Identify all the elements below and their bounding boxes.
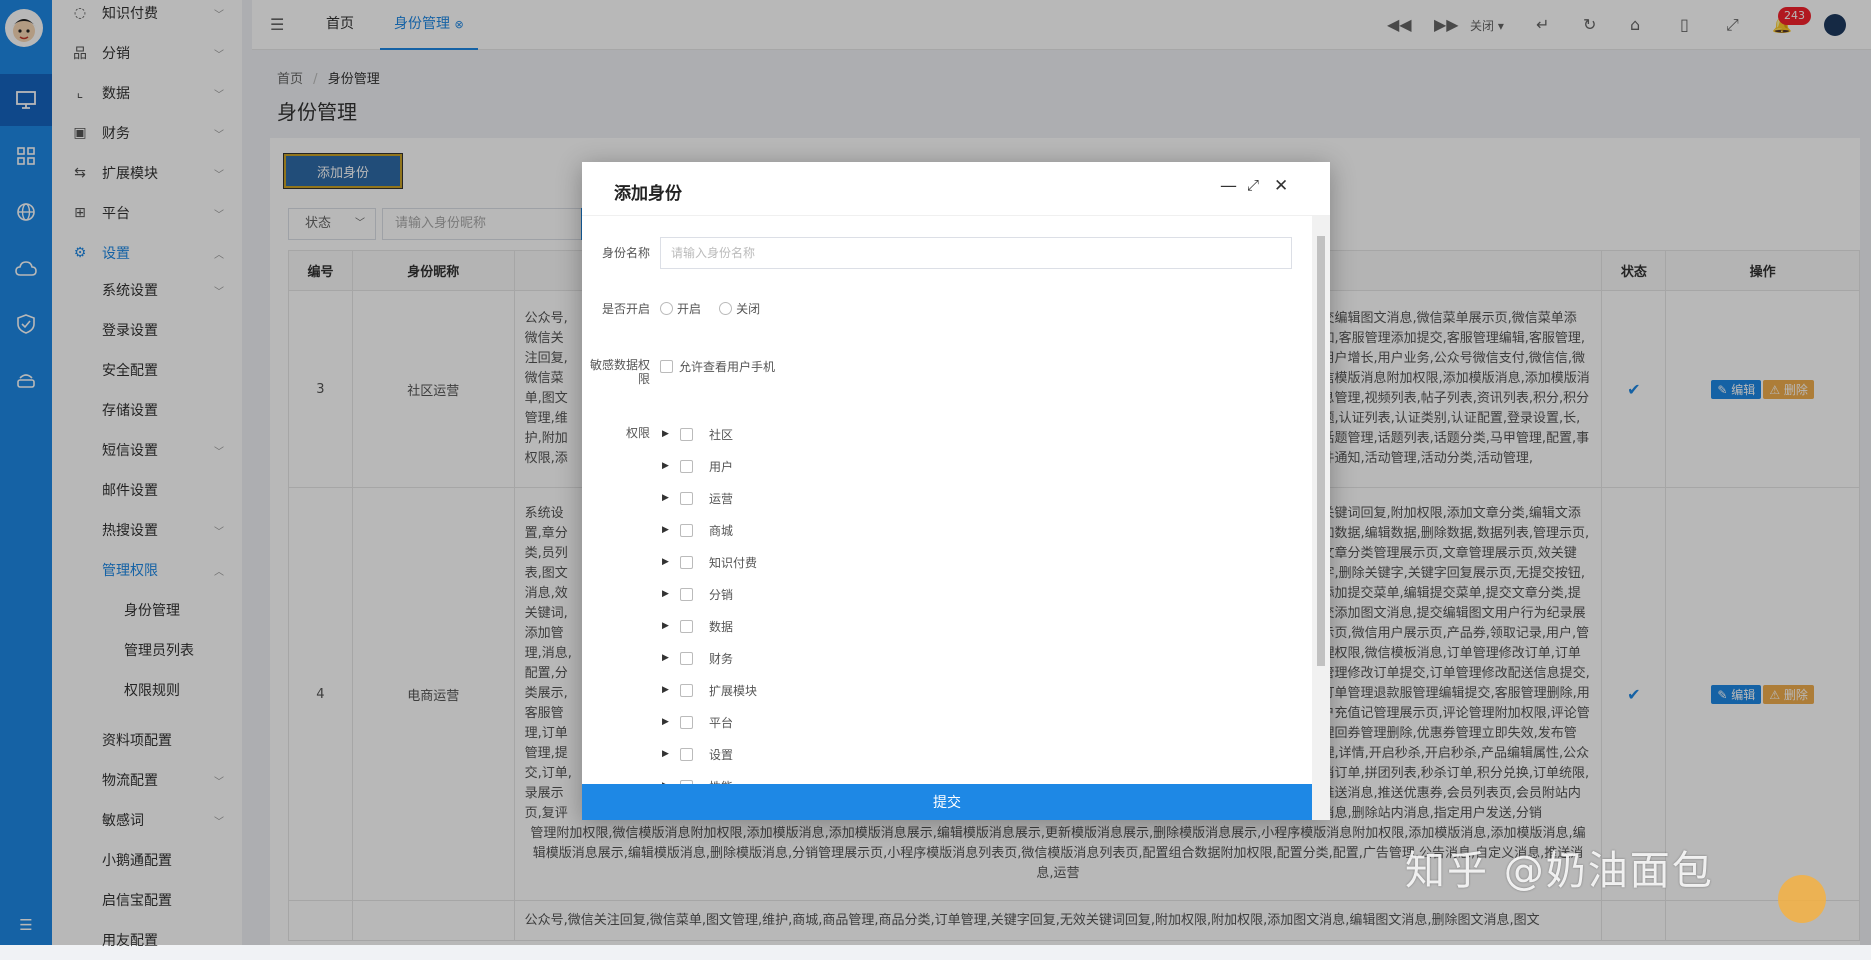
tree-node-label: 分销: [709, 587, 734, 602]
role-name-input[interactable]: 请输入身份名称: [660, 237, 1292, 269]
tree-node-label: 平台: [709, 715, 734, 730]
checkbox[interactable]: [680, 523, 693, 537]
tree-node[interactable]: ▶ 运营: [662, 488, 733, 508]
tree-node[interactable]: ▶ 平台: [662, 712, 733, 732]
submit-button[interactable]: 提交: [582, 784, 1312, 820]
checkbox[interactable]: [680, 491, 693, 505]
tree-node-label: 扩展模块: [709, 683, 758, 698]
field-label: 敏感数据权限: [589, 358, 650, 386]
caret-right-icon[interactable]: ▶: [662, 749, 674, 759]
tree-node-label: 用户: [709, 459, 734, 474]
caret-right-icon[interactable]: ▶: [662, 685, 674, 695]
sensitive-option[interactable]: 允许查看用户手机: [660, 358, 775, 375]
tree-node[interactable]: ▶ 商城: [662, 520, 733, 540]
radio-on[interactable]: [660, 302, 673, 315]
checkbox[interactable]: [680, 651, 693, 665]
checkbox[interactable]: [680, 427, 693, 441]
checkbox[interactable]: [680, 587, 693, 601]
minimize-icon[interactable]: —: [1220, 176, 1237, 196]
maximize-icon[interactable]: ⤢: [1247, 176, 1259, 194]
caret-right-icon[interactable]: ▶: [662, 589, 674, 599]
field-label: 是否开启: [601, 302, 650, 316]
checkbox[interactable]: [660, 360, 673, 373]
dialog-scrollbar[interactable]: [1312, 216, 1330, 820]
add-role-dialog: 添加身份 — ⤢ ✕ 身份名称 请输入身份名称 是否开启 开启 关闭 敏感数据权…: [582, 162, 1330, 820]
tree-node[interactable]: ▶ 分销: [662, 584, 733, 604]
radio-on-label: 开启: [677, 302, 702, 316]
tree-node[interactable]: ▶ 用户: [662, 456, 733, 476]
checkbox[interactable]: [680, 747, 693, 761]
caret-right-icon[interactable]: ▶: [662, 461, 674, 471]
scrollbar-thumb[interactable]: [1317, 236, 1325, 666]
tree-node-label: 社区: [709, 427, 734, 442]
caret-right-icon[interactable]: ▶: [662, 621, 674, 631]
tree-node-label: 数据: [709, 619, 734, 634]
tree-node[interactable]: ▶ 财务: [662, 648, 733, 668]
checkbox[interactable]: [680, 715, 693, 729]
checkbox[interactable]: [680, 459, 693, 473]
enabled-radio-group: 开启 关闭: [660, 300, 760, 317]
watermark-logo: [1778, 875, 1826, 923]
caret-right-icon[interactable]: ▶: [662, 653, 674, 663]
tree-node[interactable]: ▶ 知识付费: [662, 552, 757, 572]
watermark-text: 知乎 @奶油面包: [1405, 848, 1714, 894]
field-label: 身份名称: [601, 246, 650, 260]
tree-node-label: 知识付费: [709, 555, 758, 570]
radio-off-label: 关闭: [736, 302, 761, 316]
dialog-title: 添加身份: [614, 184, 682, 204]
tree-node[interactable]: ▶ 设置: [662, 744, 733, 764]
checkbox-label: 允许查看用户手机: [679, 360, 776, 374]
tree-node-label: 商城: [709, 523, 734, 538]
close-icon[interactable]: ✕: [1274, 176, 1288, 196]
tree-node[interactable]: ▶ 社区: [662, 424, 733, 444]
caret-right-icon[interactable]: ▶: [662, 557, 674, 567]
tree-node[interactable]: ▶ 扩展模块: [662, 680, 757, 700]
tree-node-label: 运营: [709, 491, 734, 506]
field-label-permissions: 权限: [625, 426, 650, 440]
tree-node-label: 财务: [709, 651, 734, 666]
dialog-header: 添加身份 — ⤢ ✕: [582, 162, 1330, 216]
tree-node[interactable]: ▶ 数据: [662, 616, 733, 636]
caret-right-icon[interactable]: ▶: [662, 493, 674, 503]
radio-off[interactable]: [719, 302, 733, 315]
tree-node-label: 设置: [709, 747, 734, 762]
caret-right-icon[interactable]: ▶: [662, 429, 674, 439]
checkbox[interactable]: [680, 683, 693, 697]
checkbox[interactable]: [680, 619, 693, 633]
caret-right-icon[interactable]: ▶: [662, 717, 674, 727]
checkbox[interactable]: [680, 555, 693, 569]
caret-right-icon[interactable]: ▶: [662, 525, 674, 535]
